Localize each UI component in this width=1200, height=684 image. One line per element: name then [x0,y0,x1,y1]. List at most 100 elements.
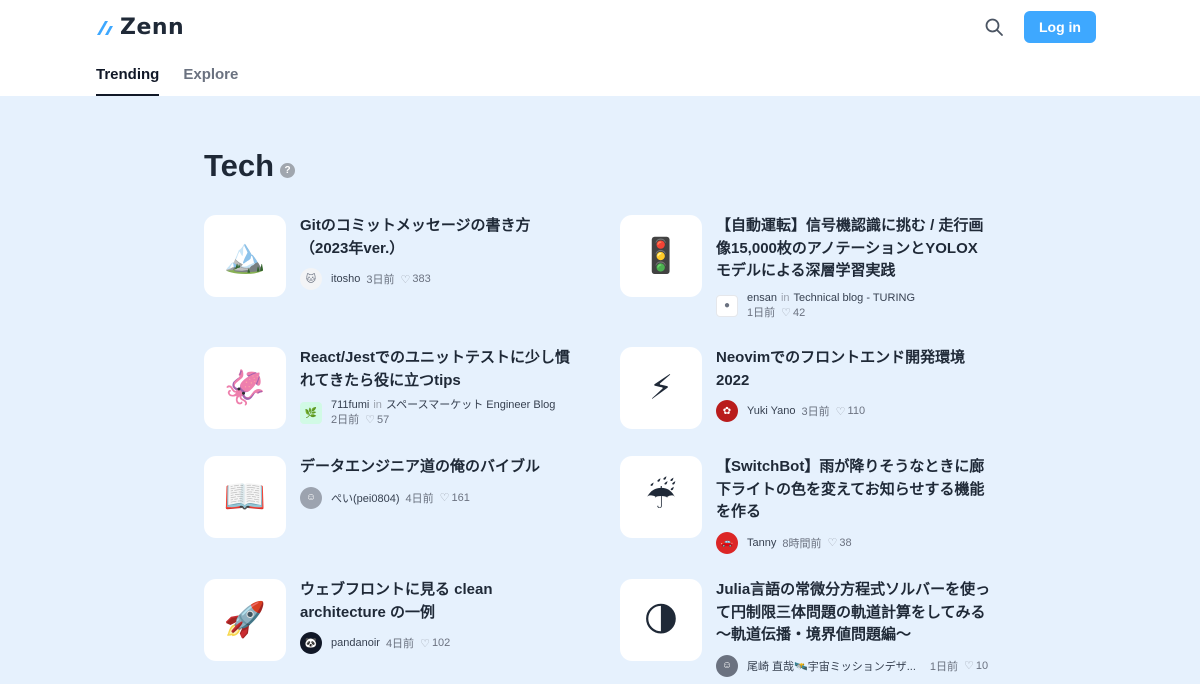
post-date: 1日前 [747,306,776,319]
author-name[interactable]: pandanoir [331,637,380,649]
avatar[interactable]: 🐼 [300,632,322,654]
heart-icon: ♡ [835,405,846,418]
article-content: ウェブフロントに見る clean architecture の一例 🐼 pand… [300,579,590,654]
author-name[interactable]: Tanny [747,537,776,549]
article-meta: ✿ Yuki Yano 3日前 ♡ 110 [716,400,1006,422]
article-title[interactable]: React/Jestでのユニットテストに少し慣 れてきたら役に立つtips [300,347,590,392]
article-title-line: （2023年ver.） [300,239,405,257]
tab-explore[interactable]: Explore [183,58,238,96]
like-count-value: 161 [451,491,470,504]
article-title-line: 下ライトの色を変えてお知らせする機能 [716,480,985,498]
article-title-line: Gitのコミットメッセージの書き方 [300,217,531,234]
article-title-line: て円制限三体問題の軌道計算をしてみる [716,603,986,621]
post-date: 2日前 [331,414,360,426]
author-name[interactable]: 尾崎 直哉🛰️宇宙ミッションデザ... [747,658,916,674]
author-name[interactable]: 711fumi [331,398,369,413]
like-count: ♡ 110 [836,405,865,418]
article-title-line: ウェブフロントに見る clean [300,581,493,598]
article-meta: 🐼 pandanoir 4日前 ♡ 102 [300,632,590,654]
like-count: ♡ 57 [365,413,389,428]
article-title-line: 〜軌道伝播・境界値問題編〜 [716,626,912,643]
article-content: React/Jestでのユニットテストに少し慣 れてきたら役に立つtips 🌿 … [300,347,590,428]
article-emoji[interactable]: 🚦 [620,215,702,297]
like-count: ♡ 102 [420,637,450,650]
heart-icon: ♡ [439,492,450,504]
avatar[interactable]: ● [716,294,738,317]
publication-name[interactable]: Technical blog - TURING [794,291,915,306]
article-title[interactable]: ウェブフロントに見る clean architecture の一例 [300,579,590,624]
post-date: 4日前 [405,492,434,505]
heart-icon: ♡ [827,537,838,549]
article-meta: 🐱 itosho 3日前 ♡ 383 [300,268,590,290]
article-content: Julia言語の常微分方程式ソルバーを使っ て円制限三体問題の軌道計算をしてみる… [716,579,1006,677]
article-title-line: 【SwitchBot】雨が降りそうなときに廊 [716,458,985,475]
section-title: Tech [204,148,275,183]
article-title-line: Neovimでのフロントエンド開発環境 [716,349,966,366]
article-meta-stack: 711fumi in スペースマーケット Engineer Blog 2日前 ♡… [331,398,555,428]
like-count-value: 57 [377,414,390,426]
article-emoji[interactable]: 🚀 [204,579,286,661]
avatar[interactable]: ✿ [716,400,738,422]
main-content: Tech ? 🏔️ Gitのコミットメッセージの書き方 （2023年ver.） … [0,96,1200,684]
article-meta: 🚗 Tanny 8時間前 ♡ 38 [716,531,1006,554]
article-meta: 🌿 711fumi in スペースマーケット Engineer Blog 2日前… [300,398,590,428]
search-icon [985,18,1003,36]
in-label: in [780,291,790,304]
article-emoji[interactable]: ☔ [620,456,702,538]
help-icon[interactable]: ? [280,162,296,178]
heart-icon: ♡ [365,414,375,426]
article-title[interactable]: データエンジニア道の俺のバイブル [300,456,590,479]
avatar[interactable]: ☺ [300,486,322,509]
article-content: データエンジニア道の俺のバイブル ☺ ぺい(pei0804) 4日前 ♡ 161 [300,456,590,509]
avatar[interactable]: 🚗 [716,531,738,554]
post-date: 3日前 [801,406,830,418]
article-meta: ☺ ぺい(pei0804) 4日前 ♡ 161 [300,486,590,509]
article-title[interactable]: Neovimでのフロントエンド開発環境 2022 [716,347,1006,392]
author-name[interactable]: ぺい(pei0804) [331,490,399,506]
article-title-line: 2022 [716,371,750,389]
author-name[interactable]: ensan [747,291,777,306]
avatar[interactable]: 🌿 [300,402,322,424]
article-emoji[interactable]: ⚡ [620,347,702,429]
article-title-line: architecture の一例 [300,603,436,621]
article-meta: ● ensan in Technical blog - TURING 1日前 ♡… [716,291,1006,321]
like-count: ♡ 10 [964,659,989,673]
like-count: ♡ 161 [439,491,470,505]
article-meta: ☺ 尾崎 直哉🛰️宇宙ミッションデザ... 1日前 ♡ 10 [716,654,1006,677]
author-name[interactable]: itosho [331,273,360,285]
author-name[interactable]: Yuki Yano [747,405,796,417]
avatar[interactable]: ☺ [716,654,738,677]
article-emoji[interactable]: 🦑 [204,347,286,429]
article-title-line: Julia言語の常微分方程式ソルバーを使っ [716,581,991,598]
article-title-line: モデルによる深層学習実践 [716,262,896,279]
article-title[interactable]: 【SwitchBot】雨が降りそうなときに廊 下ライトの色を変えてお知らせする機… [716,456,1006,524]
post-date: 3日前 [366,274,395,286]
article-emoji[interactable]: 🌗 [620,579,702,661]
zenn-logo-icon [97,21,113,35]
like-count-value: 42 [793,306,806,319]
publication-name[interactable]: スペースマーケット Engineer Blog [386,398,556,413]
search-button[interactable] [982,15,1006,39]
article-title-line: 【自動運転】信号機認識に挑む / 走行画 [716,217,984,234]
logo-text: Zenn [120,14,185,40]
article-meta-stack: ensan in Technical blog - TURING 1日前 ♡ 42 [747,291,915,321]
login-button[interactable]: Log in [1024,11,1096,43]
post-date: 4日前 [385,638,415,650]
article-emoji[interactable]: 📖 [204,456,286,538]
article-title[interactable]: Julia言語の常微分方程式ソルバーを使っ て円制限三体問題の軌道計算をしてみる… [716,579,1006,647]
post-date: 1日前 [929,660,959,673]
avatar[interactable]: 🐱 [300,268,322,290]
tab-trending[interactable]: Trending [96,58,160,96]
like-count-value: 10 [975,659,989,672]
article-title[interactable]: 【自動運転】信号機認識に挑む / 走行画 像15,000枚のアノテーションとYO… [716,215,1006,283]
article-title-line: を作る [716,503,762,520]
article-content: 【SwitchBot】雨が降りそうなときに廊 下ライトの色を変えてお知らせする機… [716,456,1006,554]
like-count: ♡ 38 [827,536,851,550]
heart-icon: ♡ [964,660,974,672]
article-title[interactable]: Gitのコミットメッセージの書き方 （2023年ver.） [300,215,590,260]
article-emoji[interactable]: 🏔️ [204,215,286,297]
article-content: 【自動運転】信号機認識に挑む / 走行画 像15,000枚のアノテーションとYO… [716,215,1006,321]
article-title-line: データエンジニア道の俺のバイブル [300,458,541,475]
site-header: Zenn Log in Trending Explore [0,0,1200,96]
zenn-logo[interactable]: Zenn [96,14,184,40]
